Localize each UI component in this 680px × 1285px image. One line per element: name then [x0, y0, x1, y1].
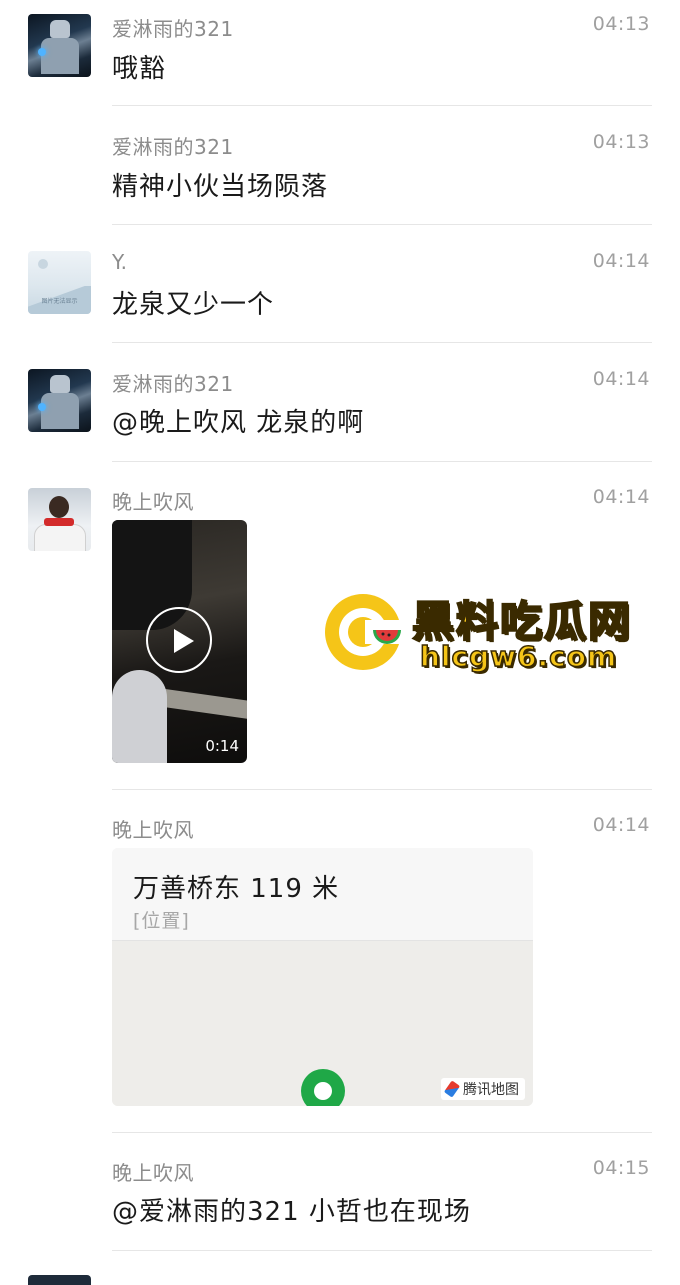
map-provider-badge: 腾讯地图 — [441, 1078, 525, 1100]
message-time: 04:15 — [592, 1157, 650, 1179]
avatar[interactable] — [28, 14, 91, 77]
divider — [112, 224, 652, 225]
avatar[interactable] — [28, 488, 91, 551]
message-text[interactable]: @爱淋雨的321 小哲也在现场 — [112, 1191, 471, 1228]
play-icon[interactable] — [146, 607, 212, 673]
map-provider-label: 腾讯地图 — [463, 1082, 519, 1098]
avatar[interactable] — [28, 369, 91, 432]
video-message[interactable]: 0:14 — [112, 520, 247, 763]
divider — [112, 789, 652, 790]
message-time: 04:13 — [592, 13, 650, 35]
watermark-logo-icon — [325, 594, 405, 670]
sender-name[interactable]: 爱淋雨的321 — [112, 368, 234, 397]
location-name: 万善桥东 119 米 — [133, 874, 340, 904]
message-time: 04:14 — [592, 486, 650, 508]
message-text[interactable]: @晚上吹风 龙泉的啊 — [112, 402, 364, 439]
divider — [112, 1250, 652, 1251]
video-duration: 0:14 — [205, 737, 239, 755]
avatar[interactable] — [28, 1275, 91, 1285]
sender-name[interactable]: 晚上吹风 — [112, 1157, 194, 1186]
divider — [112, 342, 652, 343]
map-pin-icon — [301, 1069, 345, 1106]
message-time: 04:14 — [592, 250, 650, 272]
location-type: [位置] — [133, 910, 190, 932]
message-time: 04:14 — [592, 814, 650, 836]
message-text[interactable]: 龙泉又少一个 — [112, 284, 274, 321]
divider — [112, 105, 652, 106]
message-time: 04:13 — [592, 131, 650, 153]
divider — [112, 1132, 652, 1133]
message-text[interactable]: 哦豁 — [112, 48, 166, 85]
tencent-map-logo-icon — [445, 1082, 459, 1096]
watermark-url: hlcgw6.com — [419, 639, 618, 674]
avatar-caption: 图片无法显示 — [41, 298, 78, 305]
sender-name[interactable]: 晚上吹风 — [112, 486, 194, 515]
message-time: 04:14 — [592, 368, 650, 390]
avatar[interactable]: 图片无法显示 — [28, 251, 91, 314]
sender-name[interactable]: 爱淋雨的321 — [112, 131, 234, 160]
location-card[interactable]: 万善桥东 119 米 [位置] 腾讯地图 — [112, 848, 533, 1106]
sender-name[interactable]: 爱淋雨的321 — [112, 13, 234, 42]
message-text[interactable]: 精神小伙当场陨落 — [112, 166, 328, 203]
sender-name[interactable]: Y. — [112, 250, 128, 274]
map-preview[interactable]: 腾讯地图 — [112, 941, 533, 1106]
divider — [112, 461, 652, 462]
sender-name[interactable]: 晚上吹风 — [112, 814, 194, 843]
